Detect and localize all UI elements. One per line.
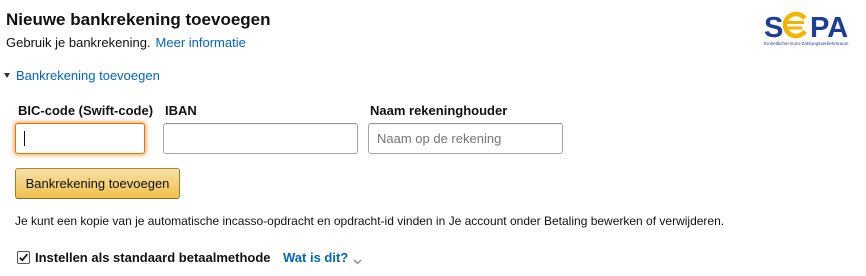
page-title: Nieuwe bankrekening toevoegen: [6, 10, 271, 29]
mandate-note: Je kunt een kopie van je automatische in…: [15, 214, 725, 228]
iban-input[interactable]: [163, 123, 358, 154]
caret-down-icon: [4, 73, 10, 79]
text-cursor: [24, 131, 25, 146]
account-holder-input[interactable]: [368, 123, 563, 154]
svg-text:S: S: [764, 12, 783, 44]
bic-input[interactable]: [15, 123, 145, 154]
add-bank-account-toggle[interactable]: Bankrekening toevoegen: [4, 68, 160, 83]
sepa-tagline: Einheitlicher Euro-Zahlungsverkehrsraum: [764, 41, 849, 46]
iban-label: IBAN: [165, 103, 197, 118]
add-bank-account-button[interactable]: Bankrekening toevoegen: [15, 168, 180, 199]
svg-text:PA: PA: [810, 12, 848, 44]
default-payment-label[interactable]: Instellen als standaard betaalmethode: [35, 250, 271, 265]
bic-label: BIC-code (Swift-code): [18, 103, 154, 118]
default-payment-checkbox[interactable]: [17, 251, 30, 264]
add-bank-account-toggle-label: Bankrekening toevoegen: [16, 68, 160, 83]
what-is-this-link[interactable]: Wat is dit?: [283, 250, 348, 265]
page-subtitle: Gebruik je bankrekening. Meer informatie: [6, 35, 246, 50]
holder-label: Naam rekeninghouder: [370, 103, 508, 118]
checkmark-icon: [19, 253, 28, 262]
subtitle-text: Gebruik je bankrekening.: [6, 35, 151, 50]
chevron-down-icon[interactable]: [353, 253, 362, 265]
sepa-logo: S PA Einheitlicher Euro-Zahlungsverkehrs…: [762, 8, 860, 56]
more-info-link[interactable]: Meer informatie: [156, 35, 246, 50]
